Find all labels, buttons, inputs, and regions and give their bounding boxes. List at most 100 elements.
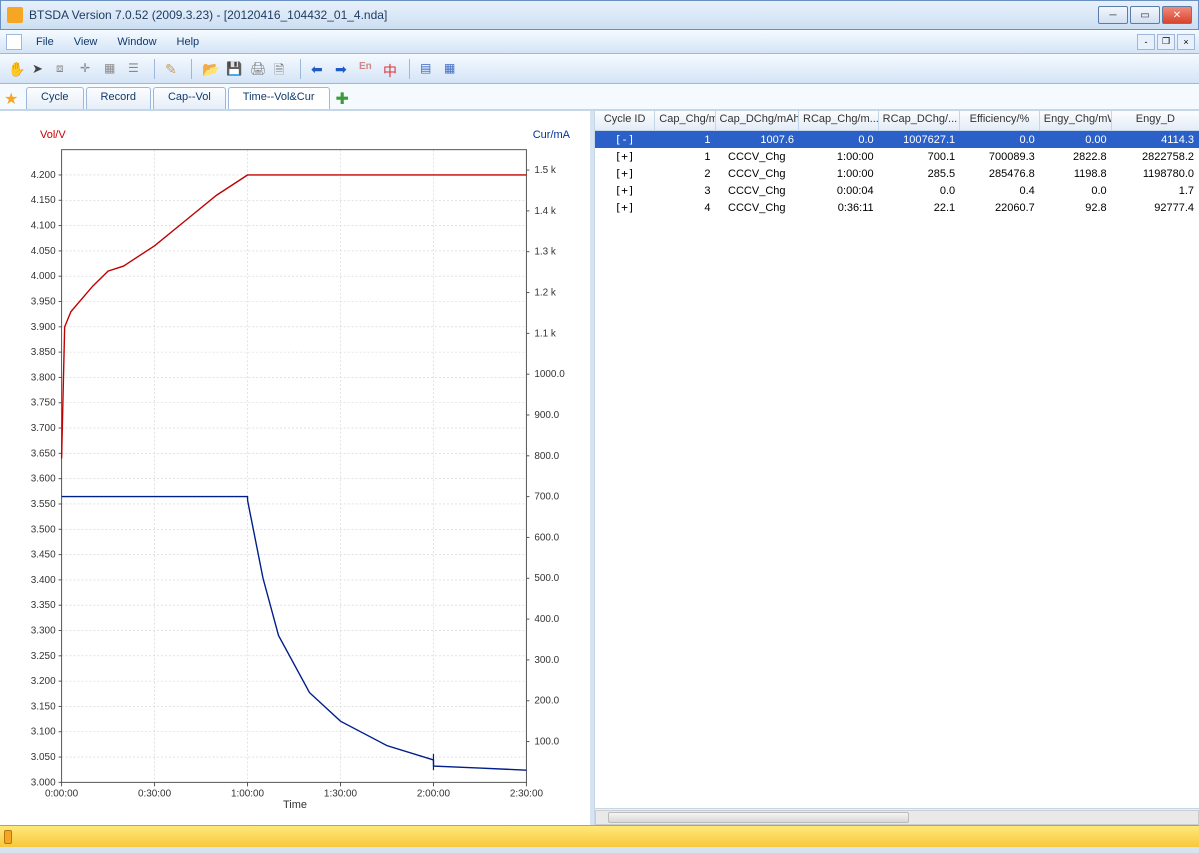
table-body: [-] 1 1007.6 0.0 1007627.1 0.0 0.00 4114… xyxy=(595,131,1199,808)
crosshair-icon[interactable]: ✛ xyxy=(78,59,98,79)
add-tab-button[interactable]: ✚ xyxy=(336,89,349,109)
open-folder-icon[interactable]: 📂 xyxy=(200,59,220,79)
table-row[interactable]: [+] 4 CCCV_Chg 0:36:11 22.1 22060.7 92.8… xyxy=(595,199,1199,216)
svg-text:800.0: 800.0 xyxy=(534,451,559,462)
svg-text:3.450: 3.450 xyxy=(31,550,56,561)
th-cap-chg[interactable]: Cap_Chg/mAh xyxy=(655,111,715,130)
save-icon[interactable]: 💾 xyxy=(224,59,244,79)
th-engy-d[interactable]: Engy_D xyxy=(1112,111,1199,130)
mdi-restore-button[interactable]: ❐ xyxy=(1157,34,1175,50)
expand-toggle[interactable]: [+] xyxy=(595,150,655,163)
svg-text:1.3 k: 1.3 k xyxy=(534,247,556,258)
svg-text:3.350: 3.350 xyxy=(31,600,56,611)
svg-text:3.650: 3.650 xyxy=(31,448,56,459)
print-icon[interactable]: 🖨 xyxy=(248,59,268,79)
hand-tool-icon[interactable]: ✋ xyxy=(6,59,26,79)
pencil-icon[interactable]: ✎ xyxy=(163,59,183,79)
svg-text:4.150: 4.150 xyxy=(31,195,56,206)
svg-text:700.0: 700.0 xyxy=(534,492,559,503)
language-en-icon[interactable]: En xyxy=(357,59,377,79)
titlebar: BTSDA Version 7.0.52 (2009.3.23) - [2012… xyxy=(0,0,1199,30)
layout1-icon[interactable]: ▤ xyxy=(418,59,438,79)
expand-toggle[interactable]: [+] xyxy=(595,184,655,197)
svg-text:4.200: 4.200 xyxy=(31,170,56,181)
svg-text:2:00:00: 2:00:00 xyxy=(417,788,451,799)
svg-text:4.100: 4.100 xyxy=(31,221,56,232)
tabbar: ★ Cycle Record Cap--Vol Time--Vol&Cur ✚ xyxy=(0,84,1199,110)
menu-view[interactable]: View xyxy=(64,33,108,51)
svg-text:4.000: 4.000 xyxy=(31,271,56,282)
mdi-minimize-button[interactable]: - xyxy=(1137,34,1155,50)
app-icon xyxy=(7,7,23,23)
timeline-handle[interactable] xyxy=(4,830,12,844)
language-cn-icon[interactable]: 中 xyxy=(381,59,401,79)
list-icon[interactable]: ☰ xyxy=(126,59,146,79)
svg-text:0:00:00: 0:00:00 xyxy=(45,788,79,799)
window-title: BTSDA Version 7.0.52 (2009.3.23) - [2012… xyxy=(29,8,387,22)
layout2-icon[interactable]: ▦ xyxy=(442,59,462,79)
tab-record[interactable]: Record xyxy=(86,87,151,109)
svg-text:3.100: 3.100 xyxy=(31,727,56,738)
statusbar xyxy=(0,847,1199,851)
data-pane: Cycle ID Cap_Chg/mAh Cap_DChg/mAh RCap_C… xyxy=(594,111,1199,825)
tab-time-vol-cur[interactable]: Time--Vol&Cur xyxy=(228,87,330,109)
tab-cap-vol[interactable]: Cap--Vol xyxy=(153,87,226,109)
svg-text:3.400: 3.400 xyxy=(31,575,56,586)
table-row[interactable]: [+] 1 CCCV_Chg 1:00:00 700.1 700089.3 28… xyxy=(595,148,1199,165)
svg-text:1:30:00: 1:30:00 xyxy=(324,788,358,799)
x-axis-label: Time xyxy=(283,799,307,811)
zoom-box-icon[interactable]: ⧈ xyxy=(54,59,74,79)
close-button[interactable]: ✕ xyxy=(1162,6,1192,24)
timeline-bar[interactable] xyxy=(0,825,1199,847)
menu-file[interactable]: File xyxy=(26,33,64,51)
svg-text:1.5 k: 1.5 k xyxy=(534,165,556,176)
grid-icon[interactable]: ▦ xyxy=(102,59,122,79)
table-row[interactable]: [-] 1 1007.6 0.0 1007627.1 0.0 0.00 4114… xyxy=(595,131,1199,148)
svg-text:3.500: 3.500 xyxy=(31,524,56,535)
th-efficiency[interactable]: Efficiency/% xyxy=(960,111,1040,130)
menu-window[interactable]: Window xyxy=(107,33,166,51)
svg-text:300.0: 300.0 xyxy=(534,655,559,666)
svg-text:3.300: 3.300 xyxy=(31,625,56,636)
svg-text:3.750: 3.750 xyxy=(31,398,56,409)
favorite-star-icon[interactable]: ★ xyxy=(4,89,24,109)
svg-text:200.0: 200.0 xyxy=(534,696,559,707)
svg-text:1.1 k: 1.1 k xyxy=(534,328,556,339)
menu-help[interactable]: Help xyxy=(167,33,210,51)
svg-text:3.600: 3.600 xyxy=(31,474,56,485)
svg-text:3.700: 3.700 xyxy=(31,423,56,434)
th-cap-dchg[interactable]: Cap_DChg/mAh xyxy=(716,111,799,130)
arrow-left-icon[interactable]: ⬅ xyxy=(309,59,329,79)
svg-text:1:00:00: 1:00:00 xyxy=(231,788,265,799)
menubar: File View Window Help - ❐ × xyxy=(0,30,1199,54)
table-row[interactable]: [+] 3 CCCV_Chg 0:00:04 0.0 0.4 0.0 1.7 xyxy=(595,182,1199,199)
th-rcap-dchg[interactable]: RCap_DChg/... xyxy=(879,111,961,130)
horizontal-scrollbar[interactable] xyxy=(595,808,1199,825)
svg-text:3.000: 3.000 xyxy=(31,777,56,788)
svg-text:2:30:00: 2:30:00 xyxy=(510,788,544,799)
svg-text:3.200: 3.200 xyxy=(31,676,56,687)
expand-toggle[interactable]: [+] xyxy=(595,201,655,214)
chart-svg[interactable]: 3.0003.0503.1003.1503.2003.2503.3003.350… xyxy=(0,111,590,825)
svg-text:1.4 k: 1.4 k xyxy=(534,206,556,217)
document-icon xyxy=(6,34,22,50)
minimize-button[interactable]: ─ xyxy=(1098,6,1128,24)
arrow-right-icon[interactable]: ➡ xyxy=(333,59,353,79)
expand-toggle[interactable]: [+] xyxy=(595,167,655,180)
th-cycle-id[interactable]: Cycle ID xyxy=(595,111,655,130)
pointer-tool-icon[interactable]: ➤ xyxy=(30,59,50,79)
svg-text:3.550: 3.550 xyxy=(31,499,56,510)
svg-text:3.950: 3.950 xyxy=(31,296,56,307)
svg-text:1.2 k: 1.2 k xyxy=(534,288,556,299)
table-row[interactable]: [+] 2 CCCV_Chg 1:00:00 285.5 285476.8 11… xyxy=(595,165,1199,182)
svg-text:100.0: 100.0 xyxy=(534,737,559,748)
tab-cycle[interactable]: Cycle xyxy=(26,87,84,109)
expand-toggle[interactable]: [-] xyxy=(595,133,655,146)
svg-text:0:30:00: 0:30:00 xyxy=(138,788,172,799)
svg-text:3.900: 3.900 xyxy=(31,322,56,333)
maximize-button[interactable]: ▭ xyxy=(1130,6,1160,24)
document-icon[interactable]: 🗎 xyxy=(272,59,292,79)
mdi-close-button[interactable]: × xyxy=(1177,34,1195,50)
th-rcap-chg[interactable]: RCap_Chg/m... xyxy=(799,111,879,130)
th-engy-chg[interactable]: Engy_Chg/mWh xyxy=(1040,111,1112,130)
